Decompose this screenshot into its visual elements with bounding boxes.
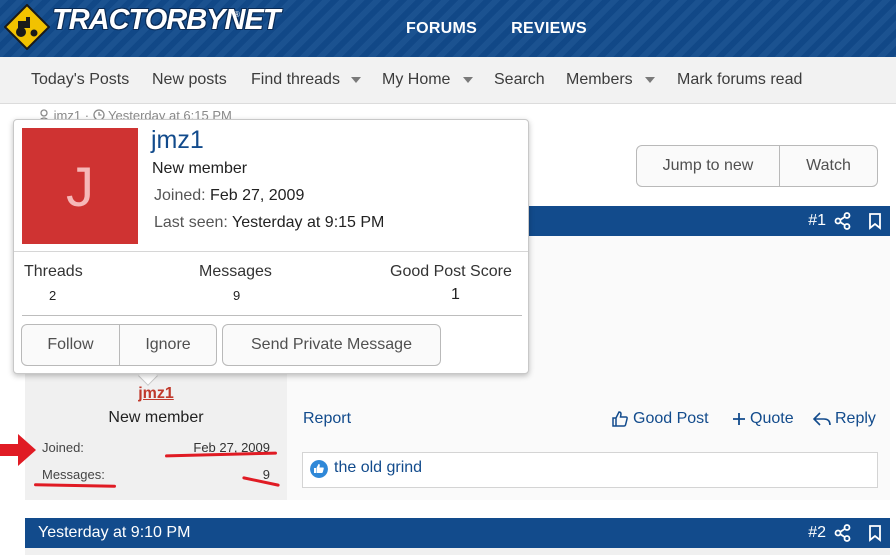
stat-messages-label: Messages bbox=[199, 263, 272, 280]
red-arrow-annotation bbox=[0, 434, 36, 466]
ignore-button[interactable]: Ignore bbox=[120, 324, 217, 366]
chevron-down-icon[interactable] bbox=[351, 77, 361, 83]
tooltip-divider-lower bbox=[22, 315, 522, 316]
send-private-message-button[interactable]: Send Private Message bbox=[222, 324, 441, 366]
tooltip-divider bbox=[14, 251, 528, 252]
reply-button[interactable]: Reply bbox=[813, 410, 876, 428]
stat-threads-value[interactable]: 2 bbox=[49, 288, 56, 303]
post-2-header: Yesterday at 9:10 PM #2 bbox=[25, 518, 890, 548]
subnav-todays-posts[interactable]: Today's Posts bbox=[31, 71, 129, 89]
member-joined-label: Joined: bbox=[154, 187, 206, 204]
tractor-logo-icon bbox=[4, 4, 50, 50]
post-1-user-title: New member bbox=[108, 409, 204, 426]
reply-arrow-icon bbox=[813, 412, 831, 426]
member-joined-value: Feb 27, 2009 bbox=[210, 187, 305, 204]
quote-button[interactable]: Quote bbox=[732, 410, 794, 428]
post-1-messages-label: Messages: bbox=[42, 467, 105, 482]
chevron-down-icon[interactable] bbox=[463, 77, 473, 83]
top-navigation: FORUMS REVIEWS bbox=[406, 20, 587, 38]
chevron-down-icon[interactable] bbox=[645, 77, 655, 83]
share-icon[interactable] bbox=[834, 524, 852, 542]
subnav-my-home[interactable]: My Home bbox=[382, 71, 450, 89]
subnav-new-posts[interactable]: New posts bbox=[152, 71, 227, 89]
reaction-user-list[interactable]: the old grind bbox=[334, 459, 422, 477]
nav-forums[interactable]: FORUMS bbox=[406, 20, 477, 38]
bookmark-icon[interactable] bbox=[866, 524, 884, 542]
stat-messages-value[interactable]: 9 bbox=[233, 288, 240, 303]
subnav-find-threads[interactable]: Find threads bbox=[251, 71, 340, 89]
nav-reviews[interactable]: REVIEWS bbox=[511, 20, 587, 38]
reactions-bar[interactable]: the old grind bbox=[302, 452, 878, 488]
logo-wordmark: TRACTORBYNET bbox=[52, 4, 281, 36]
post-2-date[interactable]: Yesterday at 9:10 PM bbox=[38, 524, 190, 542]
post-2-body bbox=[25, 548, 890, 555]
avatar[interactable]: J bbox=[22, 128, 138, 244]
stat-threads-label: Threads bbox=[24, 263, 83, 280]
member-last-seen: Last seen: Yesterday at 9:15 PM bbox=[154, 214, 384, 232]
bookmark-icon[interactable] bbox=[866, 212, 884, 230]
post-2-number[interactable]: #2 bbox=[808, 524, 826, 542]
member-tooltip: J jmz1 New member Joined: Feb 27, 2009 L… bbox=[13, 119, 529, 374]
jump-to-new-button[interactable]: Jump to new bbox=[637, 146, 780, 186]
logo-trademark: ® bbox=[234, 10, 240, 19]
report-button[interactable]: Report bbox=[303, 410, 351, 428]
follow-button[interactable]: Follow bbox=[21, 324, 120, 366]
thumbs-up-icon bbox=[612, 411, 628, 427]
post-1-joined-label: Joined: bbox=[42, 440, 84, 455]
site-header: TRACTORBYNET ® FORUMS REVIEWS bbox=[0, 0, 896, 57]
member-title: New member bbox=[152, 160, 248, 177]
post-1-username[interactable]: jmz1 bbox=[25, 385, 287, 403]
watch-button[interactable]: Watch bbox=[780, 146, 877, 186]
good-post-button[interactable]: Good Post bbox=[611, 410, 709, 428]
sub-navigation: Today's Posts New posts Find threads My … bbox=[0, 57, 896, 104]
plus-icon bbox=[733, 413, 745, 425]
subnav-mark-forums-read[interactable]: Mark forums read bbox=[677, 71, 802, 89]
share-icon[interactable] bbox=[834, 212, 852, 230]
reply-label: Reply bbox=[835, 410, 876, 427]
subnav-search[interactable]: Search bbox=[494, 71, 545, 89]
stat-good-post-score-label: Good Post Score bbox=[390, 263, 512, 280]
quote-label: Quote bbox=[750, 410, 794, 427]
member-name-link[interactable]: jmz1 bbox=[151, 126, 204, 155]
member-joined: Joined: Feb 27, 2009 bbox=[154, 187, 304, 205]
member-last-seen-label: Last seen: bbox=[154, 214, 228, 231]
stat-good-post-score-value: 1 bbox=[451, 286, 460, 303]
member-action-buttons: Follow Ignore Send Private Message bbox=[21, 324, 441, 366]
subnav-members[interactable]: Members bbox=[566, 71, 633, 89]
member-last-seen-value: Yesterday at 9:15 PM bbox=[231, 214, 385, 231]
thread-button-group: Jump to new Watch bbox=[636, 145, 878, 187]
post-1-number[interactable]: #1 bbox=[808, 212, 826, 230]
good-post-label: Good Post bbox=[633, 410, 709, 427]
like-reaction-icon bbox=[310, 460, 328, 478]
